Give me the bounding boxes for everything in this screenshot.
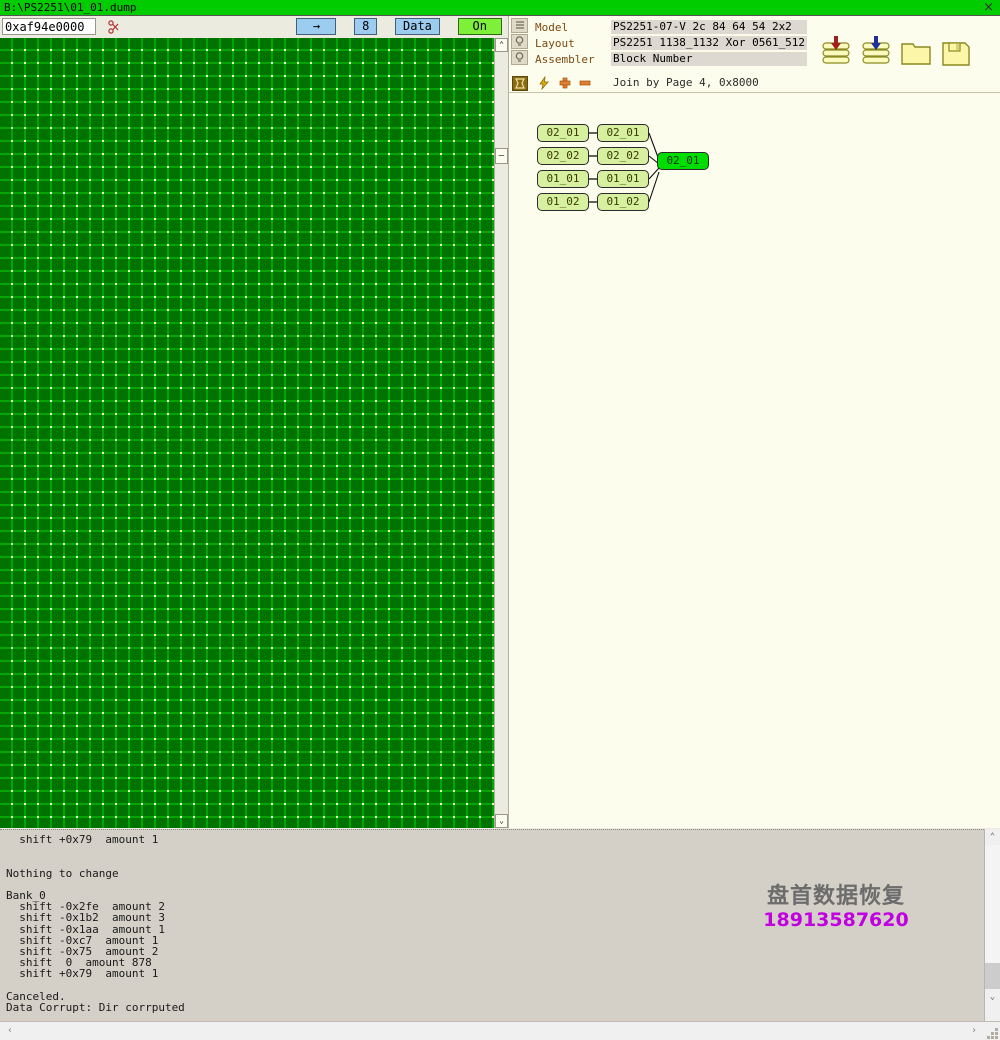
info-and-graph-pane: Model PS2251-07-V 2c 84 64 54 2x2 Layout… bbox=[508, 16, 1000, 828]
info-icon-column bbox=[511, 18, 529, 66]
graph-toolbar: Join by Page 4, 0x8000 bbox=[509, 74, 1000, 93]
view-mode-buttons: → 8 Data On bbox=[288, 18, 502, 36]
step-forward-button[interactable]: → bbox=[296, 18, 337, 35]
join-graph-canvas[interactable]: 02_01 02_02 01_01 01_02 02_01 02_02 01_0… bbox=[509, 94, 1000, 827]
address-input[interactable] bbox=[2, 18, 96, 35]
grid-vertical-scrollbar[interactable]: ⌃ – ⌄ bbox=[494, 38, 508, 828]
block-grid-canvas[interactable] bbox=[0, 38, 494, 828]
log-scroll-track[interactable] bbox=[985, 845, 1000, 973]
scroll-thumb[interactable]: – bbox=[495, 148, 508, 164]
log-text: shift +0x79 amount 1 Nothing to change B… bbox=[6, 833, 185, 1015]
close-icon[interactable]: × bbox=[983, 0, 994, 16]
application-window: B:\PS2251\01_01.dump × → 8 Data On bbox=[0, 0, 1000, 1040]
minus-icon[interactable] bbox=[578, 76, 592, 90]
hscroll-left-button[interactable]: ‹ bbox=[2, 1022, 18, 1040]
node-col2-2[interactable]: 01_01 bbox=[597, 170, 649, 188]
folder-open-icon[interactable] bbox=[899, 34, 933, 72]
info-value-model[interactable]: PS2251-07-V 2c 84 64 54 2x2 bbox=[611, 20, 807, 34]
node-col2-1[interactable]: 02_02 bbox=[597, 147, 649, 165]
log-scroll-up-button[interactable]: ⌃ bbox=[985, 829, 1000, 845]
node-col1-0[interactable]: 02_01 bbox=[537, 124, 589, 142]
graph-title: Join by Page 4, 0x8000 bbox=[613, 76, 759, 89]
watermark-phone: 18913587620 bbox=[763, 909, 909, 931]
bulb-icon-layout[interactable] bbox=[511, 34, 528, 49]
address-toolbar: → 8 Data On bbox=[0, 16, 508, 38]
list-lines-icon[interactable] bbox=[511, 18, 528, 33]
info-label-assembler: Assembler bbox=[535, 53, 595, 66]
device-info-block: Model PS2251-07-V 2c 84 64 54 2x2 Layout… bbox=[509, 16, 1000, 72]
scissors-icon[interactable] bbox=[106, 19, 122, 35]
info-value-assembler[interactable]: Block Number bbox=[611, 52, 807, 66]
node-col1-2[interactable]: 01_01 bbox=[537, 170, 589, 188]
hscroll-right-button[interactable]: › bbox=[966, 1022, 982, 1040]
watermark: 盘首数据恢复 18913587620 bbox=[756, 884, 916, 932]
watermark-company: 盘首数据恢复 bbox=[766, 884, 905, 909]
block-map-icon[interactable] bbox=[512, 76, 528, 91]
toggle-on-button[interactable]: On bbox=[457, 18, 502, 35]
scroll-up-button[interactable]: ⌃ bbox=[495, 38, 508, 52]
resize-grip-icon[interactable] bbox=[986, 1027, 998, 1039]
log-scroll-down-button[interactable]: ⌄ bbox=[985, 989, 1000, 1005]
status-bar: ‹ › bbox=[0, 1021, 1000, 1040]
block-grid-view[interactable] bbox=[0, 38, 494, 828]
hex-grid-pane: → 8 Data On ⌃ – ⌄ bbox=[0, 16, 508, 828]
read-stack-icon[interactable] bbox=[819, 34, 853, 72]
log-scroll-thumb[interactable] bbox=[985, 963, 1000, 989]
info-label-layout: Layout bbox=[535, 37, 575, 50]
data-mode-button[interactable]: Data bbox=[395, 18, 440, 35]
plus-icon[interactable] bbox=[558, 76, 572, 90]
node-col1-1[interactable]: 02_02 bbox=[537, 147, 589, 165]
floppy-save-icon[interactable] bbox=[939, 34, 973, 72]
scroll-down-button[interactable]: ⌄ bbox=[495, 814, 508, 828]
node-result[interactable]: 02_01 bbox=[657, 152, 709, 170]
node-col2-0[interactable]: 02_01 bbox=[597, 124, 649, 142]
window-title: B:\PS2251\01_01.dump bbox=[4, 1, 137, 14]
write-stack-icon[interactable] bbox=[859, 34, 893, 72]
title-bar: B:\PS2251\01_01.dump × bbox=[0, 0, 1000, 16]
node-col1-3[interactable]: 01_02 bbox=[537, 193, 589, 211]
bulb-icon-assembler[interactable] bbox=[511, 50, 528, 65]
info-label-model: Model bbox=[535, 21, 569, 34]
log-vertical-scrollbar[interactable]: ⌃ ⌄ bbox=[984, 829, 1000, 1021]
node-col2-3[interactable]: 01_02 bbox=[597, 193, 649, 211]
info-value-layout[interactable]: PS2251 1138_1132 Xor 0561_512 bbox=[611, 36, 807, 50]
lightning-icon[interactable] bbox=[537, 76, 551, 90]
byte-width-button[interactable]: 8 bbox=[354, 18, 378, 35]
